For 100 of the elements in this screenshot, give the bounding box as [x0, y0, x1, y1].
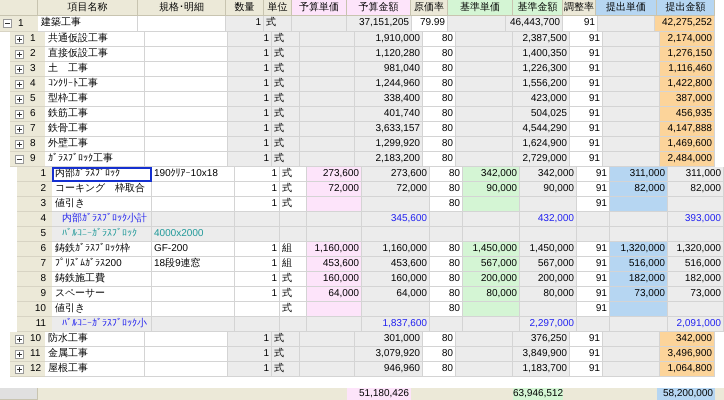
name-cell[interactable]: 鋳鉄施工費	[52, 272, 152, 287]
table-cell: 73,000	[610, 287, 668, 302]
table-cell: 2,297,000	[520, 317, 577, 332]
table-cell: 160,000	[307, 272, 362, 287]
table-cell: 80	[430, 302, 463, 317]
column-header[interactable]: 提出単価	[596, 0, 657, 16]
name-cell[interactable]: 値引き	[52, 197, 152, 212]
table-cell	[603, 92, 660, 107]
name-cell: 鉄筋工事	[45, 107, 145, 122]
table-cell: 2,729,000	[513, 152, 570, 167]
name-cell[interactable]: 内部ｶﾞﾗｽﾌﾞﾛｯｸ小計	[52, 212, 152, 227]
table-cell: 387,000	[660, 92, 715, 107]
table-cell: 273,600	[362, 167, 430, 182]
table-cell: 91	[570, 332, 603, 347]
expand-icon[interactable]	[15, 334, 24, 344]
expand-icon[interactable]	[15, 80, 24, 88]
row-number: 2	[30, 47, 36, 61]
table-cell	[603, 152, 660, 167]
table-cell: 91	[570, 77, 603, 92]
name-cell[interactable]: 値引き	[52, 302, 152, 317]
column-header[interactable]: 提出金額	[657, 0, 715, 16]
table-cell: 79.99	[412, 16, 448, 32]
expand-icon[interactable]	[15, 34, 24, 44]
name-cell[interactable]: ﾊﾞﾙｺﾆｰｶﾞﾗｽﾌﾞﾛｯｸ小	[52, 317, 152, 332]
table-cell: 1	[235, 287, 280, 302]
table-cell	[456, 32, 513, 47]
expand-icon[interactable]	[15, 94, 24, 104]
column-header[interactable]: 数量	[226, 0, 264, 16]
row-number: 11	[30, 347, 40, 361]
expand-icon[interactable]	[15, 364, 24, 374]
table-cell	[610, 197, 668, 212]
column-header[interactable]: 基準単価	[448, 0, 513, 16]
expand-icon[interactable]	[15, 110, 24, 118]
name-cell[interactable]: スペーサー	[52, 287, 152, 302]
name-cell: 土 工事	[45, 62, 145, 77]
table-cell	[603, 107, 660, 122]
table-cell: 80	[423, 152, 456, 167]
table-cell: 432,000	[520, 212, 577, 227]
column-header[interactable]: 調整率	[563, 0, 596, 16]
table-cell: 182,000	[610, 272, 668, 287]
table-cell: 91	[577, 302, 610, 317]
table-cell: 1,064,800	[660, 362, 715, 377]
table-cell	[456, 152, 513, 167]
table-cell: 組	[280, 242, 307, 257]
table-cell	[280, 317, 307, 332]
row-number: 3	[17, 197, 52, 212]
table-cell	[362, 302, 430, 317]
row-number: 5	[30, 92, 36, 106]
column-header[interactable]: 基準金額	[513, 0, 563, 16]
table-cell: 342,000	[520, 167, 577, 182]
table-cell: 4,544,290	[513, 122, 570, 137]
table-cell: 80	[430, 242, 463, 257]
expand-icon[interactable]	[15, 350, 24, 358]
expand-icon[interactable]	[15, 140, 24, 148]
table-cell	[668, 302, 724, 317]
column-header[interactable]: 予算単価	[292, 0, 347, 16]
expand-icon[interactable]	[15, 50, 24, 58]
table-cell: 64,000	[307, 287, 362, 302]
column-header[interactable]: 原価率	[411, 0, 448, 16]
table-cell: 91	[570, 362, 603, 377]
name-cell[interactable]: 鋳鉄ｶﾞﾗｽﾌﾞﾛｯｸ枠	[52, 242, 152, 257]
column-header[interactable]: 項目名称	[38, 0, 138, 16]
row-number: 4	[30, 77, 36, 91]
table-cell	[456, 137, 513, 152]
expand-icon[interactable]	[15, 124, 24, 134]
column-header[interactable]: 単位	[264, 0, 292, 16]
row-number: 8	[17, 272, 52, 287]
table-cell	[456, 62, 513, 77]
table-cell: 1	[235, 242, 280, 257]
table-cell: 423,000	[513, 92, 570, 107]
table-cell: 式	[272, 62, 300, 77]
table-cell	[300, 32, 355, 47]
expand-icon[interactable]	[15, 64, 24, 74]
name-cell[interactable]: ﾌﾟﾘｽﾞﾑｶﾞﾗｽ200	[52, 257, 152, 272]
name-cell[interactable]: コーキング 枠取合	[52, 182, 152, 197]
row-number: 3	[30, 62, 36, 76]
row-number: 12	[30, 362, 42, 376]
collapse-icon[interactable]	[15, 154, 24, 164]
table-cell: 1,320,000	[610, 242, 668, 257]
table-cell: 1	[228, 122, 272, 137]
table-cell: GF-200	[152, 242, 235, 257]
column-header[interactable]: 規格･明細	[138, 0, 226, 16]
table-cell: 91	[577, 272, 610, 287]
table-cell	[300, 92, 355, 107]
table-cell: 式	[280, 182, 307, 197]
table-cell: 3,079,920	[355, 347, 423, 362]
name-cell: 外壁工事	[45, 137, 145, 152]
table-cell	[520, 197, 577, 212]
column-header[interactable]: 予算金額	[347, 0, 411, 16]
collapse-icon[interactable]	[3, 19, 12, 28]
table-cell: 273,600	[307, 167, 362, 182]
table-cell: 91	[570, 62, 603, 77]
table-cell: 516,000	[610, 257, 668, 272]
table-cell: 1	[226, 16, 264, 32]
table-cell: 80	[423, 347, 456, 362]
table-cell: 82,000	[610, 182, 668, 197]
table-cell	[307, 212, 362, 227]
table-cell: 80	[430, 182, 463, 197]
table-cell: 80	[430, 197, 463, 212]
table-cell	[463, 317, 520, 332]
